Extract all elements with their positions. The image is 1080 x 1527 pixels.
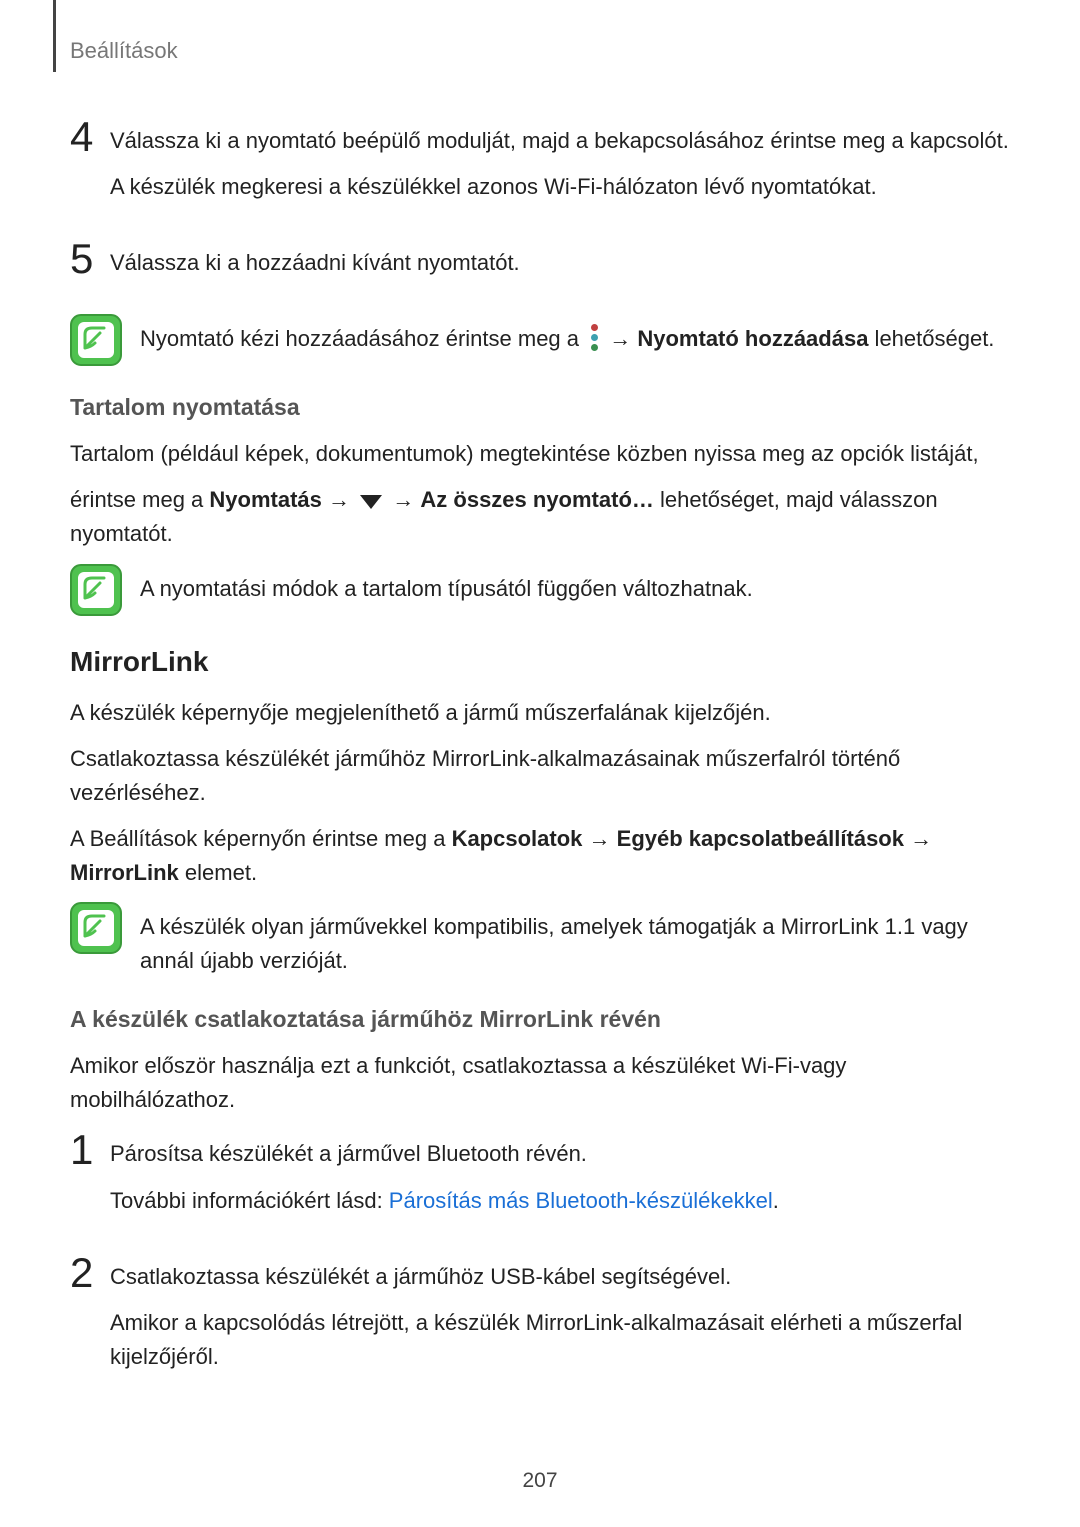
dropdown-icon	[360, 495, 382, 509]
step-5-line-1: Válassza ki a hozzáadni kívánt nyomtatót…	[110, 246, 1010, 280]
mirror-p3-b1: Kapcsolatok	[452, 826, 583, 851]
step-1-line-1: Párosítsa készülékét a járművel Bluetoot…	[110, 1137, 1010, 1171]
note-3: A készülék olyan járművekkel kompatibili…	[70, 902, 1010, 978]
header-rule	[53, 0, 56, 72]
step-2-line-2: Amikor a kapcsolódás létrejött, a készül…	[110, 1306, 1010, 1374]
para1-b1: Nyomtatás	[209, 487, 321, 512]
note-1-arrow: →	[609, 326, 631, 351]
mirror-p1: A készülék képernyője megjeleníthető a j…	[70, 696, 1010, 730]
mirror-p3-pre: A Beállítások képernyőn érintse meg a	[70, 826, 452, 851]
note-1: Nyomtató kézi hozzáadásához érintse meg …	[70, 314, 1010, 366]
mirror-p3-b2: Egyéb kapcsolatbeállítások	[617, 826, 904, 851]
step-1-line-2: További információkért lásd: Párosítás m…	[110, 1184, 1010, 1218]
subheading-print-content: Tartalom nyomtatása	[70, 394, 1010, 421]
note-3-text: A készülék olyan járművekkel kompatibili…	[140, 902, 1010, 978]
print-content-line-2: érintse meg a Nyomtatás → → Az összes ny…	[70, 483, 1010, 551]
mirror-p3-post: elemet.	[185, 860, 257, 885]
note-1-bold: Nyomtató hozzáadása	[637, 326, 868, 351]
step-5: 5 Válassza ki a hozzáadni kívánt nyomtat…	[70, 238, 1010, 292]
note-1-pre: Nyomtató kézi hozzáadásához érintse meg …	[140, 326, 585, 351]
step-number: 2	[70, 1252, 110, 1294]
note-2-text: A nyomtatási módok a tartalom típusától …	[140, 564, 1010, 606]
step-4: 4 Válassza ki a nyomtató beépülő moduljá…	[70, 116, 1010, 216]
mirror-p3-arr1: →	[589, 826, 611, 851]
para1-arrow1: →	[328, 487, 350, 512]
mirror-p3-arr2: →	[910, 826, 932, 851]
note-2: A nyomtatási módok a tartalom típusától …	[70, 564, 1010, 616]
page-number: 207	[0, 1469, 1080, 1493]
step-number: 1	[70, 1129, 110, 1171]
step-2: 2 Csatlakoztassa készülékét a járműhöz U…	[70, 1252, 1010, 1386]
step-1-line-2-post: .	[773, 1188, 779, 1213]
step-1: 1 Párosítsa készülékét a járművel Blueto…	[70, 1129, 1010, 1229]
note-1-post: lehetőséget.	[868, 326, 994, 351]
note-icon	[70, 564, 122, 616]
mirror-p3-b3: MirrorLink	[70, 860, 179, 885]
mirror-p3: A Beállítások képernyőn érintse meg a Ka…	[70, 822, 1010, 890]
step-1-line-2-pre: További információkért lásd:	[110, 1188, 389, 1213]
heading-mirrorlink: MirrorLink	[70, 646, 1010, 678]
mirrorlink-first-use: Amikor először használja ezt a funkciót,…	[70, 1049, 1010, 1117]
step-2-line-1: Csatlakoztassa készülékét a járműhöz USB…	[110, 1260, 1010, 1294]
print-content-line-1: Tartalom (például képek, dokumentumok) m…	[70, 437, 1010, 471]
mirror-p2: Csatlakoztassa készülékét járműhöz Mirro…	[70, 742, 1010, 810]
para1-pre: érintse meg a	[70, 487, 209, 512]
step-number: 5	[70, 238, 110, 280]
para1-b2: Az összes nyomtató…	[420, 487, 654, 512]
note-icon	[70, 902, 122, 954]
step-number: 4	[70, 116, 110, 158]
subheading-mirrorlink-connect: A készülék csatlakoztatása járműhöz Mirr…	[70, 1006, 1010, 1033]
page-header: Beállítások	[70, 38, 1010, 64]
step-4-line-2: A készülék megkeresi a készülékkel azono…	[110, 170, 1010, 204]
note-icon	[70, 314, 122, 366]
more-options-icon	[589, 324, 599, 352]
step-4-line-1: Válassza ki a nyomtató beépülő modulját,…	[110, 124, 1010, 158]
para1-arrow2: →	[392, 487, 414, 512]
bluetooth-pairing-link[interactable]: Párosítás más Bluetooth-készülékekkel	[389, 1188, 773, 1213]
